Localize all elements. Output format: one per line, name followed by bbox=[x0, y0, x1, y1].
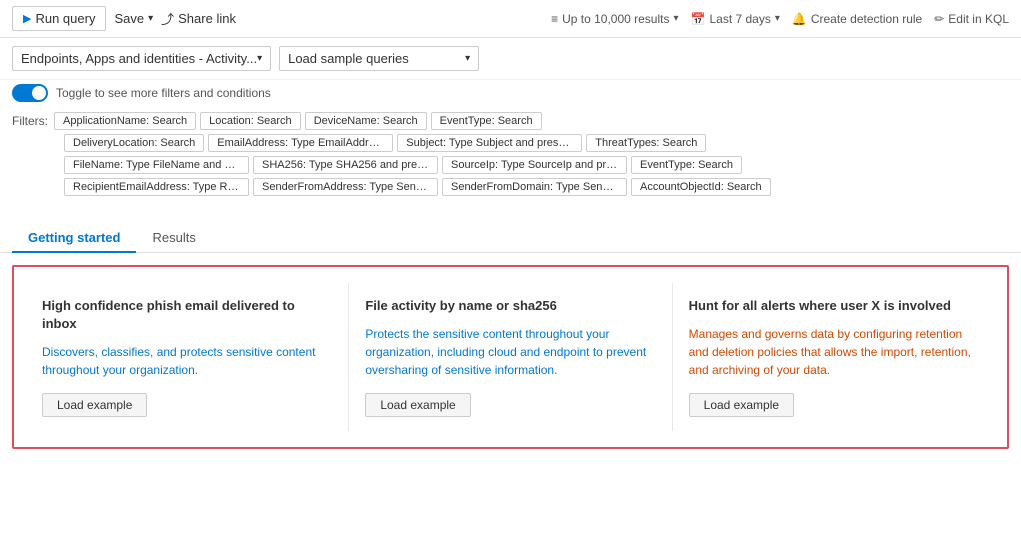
edit-kql-button[interactable]: ✏ Edit in KQL bbox=[934, 12, 1009, 26]
filters-row-4: RecipientEmailAddress: Type Rec... Sende… bbox=[12, 176, 1009, 198]
tab-results-label: Results bbox=[152, 230, 195, 245]
sample-queries-chevron-icon: ▾ bbox=[465, 53, 470, 64]
card-2-load-button[interactable]: Load example bbox=[365, 393, 470, 417]
cards-container: High confidence phish email delivered to… bbox=[12, 265, 1009, 449]
time-range-chevron-icon: ▾ bbox=[775, 13, 780, 24]
filter-tag-recipientemail[interactable]: RecipientEmailAddress: Type Rec... bbox=[64, 178, 249, 196]
filter-tag-threattype[interactable]: ThreatTypes: Search bbox=[586, 134, 706, 152]
create-rule-icon: 🔔 bbox=[792, 12, 807, 26]
filter-tag-deliverylocation[interactable]: DeliveryLocation: Search bbox=[64, 134, 204, 152]
tab-getting-started[interactable]: Getting started bbox=[12, 224, 136, 253]
card-2: File activity by name or sha256 Protects… bbox=[349, 283, 672, 431]
endpoint-dropdown[interactable]: Endpoints, Apps and identities - Activit… bbox=[12, 46, 271, 71]
filter-tag-eventtype-1[interactable]: EventType: Search bbox=[431, 112, 542, 130]
create-rule-label: Create detection rule bbox=[811, 12, 922, 26]
endpoint-dropdown-chevron-icon: ▾ bbox=[257, 53, 262, 64]
filters-label: Filters: bbox=[12, 114, 48, 128]
tab-getting-started-label: Getting started bbox=[28, 230, 120, 245]
filter-tag-applicationname[interactable]: ApplicationName: Search bbox=[54, 112, 196, 130]
results-limit-chevron-icon: ▾ bbox=[673, 13, 678, 24]
share-icon: ⤴ bbox=[161, 9, 174, 28]
card-1-load-button[interactable]: Load example bbox=[42, 393, 147, 417]
share-link-button[interactable]: ⤴ Share link bbox=[161, 9, 236, 28]
filters-row-3: FileName: Type FileName and pr... SHA256… bbox=[12, 154, 1009, 176]
save-chevron-icon: ▾ bbox=[148, 13, 153, 24]
filter-tag-filename[interactable]: FileName: Type FileName and pr... bbox=[64, 156, 249, 174]
filter-tag-devicename[interactable]: DeviceName: Search bbox=[305, 112, 427, 130]
calendar-icon: 📅 bbox=[691, 12, 706, 26]
time-range-button[interactable]: 📅 Last 7 days ▾ bbox=[691, 12, 780, 26]
filter-tag-senderfrom[interactable]: SenderFromAddress: Type Send... bbox=[253, 178, 438, 196]
card-3: Hunt for all alerts where user X is invo… bbox=[673, 283, 995, 431]
card-3-load-button[interactable]: Load example bbox=[689, 393, 794, 417]
toolbar-left: ▶ Run query Save ▾ ⤴ Share link bbox=[12, 6, 236, 31]
create-rule-button[interactable]: 🔔 Create detection rule bbox=[792, 12, 922, 26]
card-2-desc: Protects the sensitive content throughou… bbox=[365, 325, 655, 379]
run-query-button[interactable]: ▶ Run query bbox=[12, 6, 106, 31]
card-1: High confidence phish email delivered to… bbox=[26, 283, 349, 431]
save-button[interactable]: Save ▾ bbox=[114, 11, 153, 26]
time-range-label: Last 7 days bbox=[709, 12, 770, 26]
endpoint-dropdown-label: Endpoints, Apps and identities - Activit… bbox=[21, 51, 257, 66]
save-label: Save bbox=[114, 11, 144, 26]
filter-tag-sourceip[interactable]: SourceIp: Type SourceIp and pre... bbox=[442, 156, 627, 174]
sample-queries-dropdown[interactable]: Load sample queries ▾ bbox=[279, 46, 479, 71]
toolbar-right: ≡ Up to 10,000 results ▾ 📅 Last 7 days ▾… bbox=[551, 12, 1009, 26]
edit-kql-label: Edit in KQL bbox=[948, 12, 1009, 26]
filter-tag-accountobjectid[interactable]: AccountObjectId: Search bbox=[631, 178, 771, 196]
tabs-row: Getting started Results bbox=[0, 216, 1021, 253]
tab-results[interactable]: Results bbox=[136, 224, 211, 253]
card-2-title: File activity by name or sha256 bbox=[365, 297, 655, 315]
card-3-desc: Manages and governs data by configuring … bbox=[689, 325, 979, 379]
sample-queries-label: Load sample queries bbox=[288, 51, 409, 66]
filters-row-2: DeliveryLocation: Search EmailAddress: T… bbox=[12, 132, 1009, 154]
share-label: Share link bbox=[178, 11, 236, 26]
play-icon: ▶ bbox=[23, 12, 31, 25]
filter-tag-senderdomain[interactable]: SenderFromDomain: Type Sende... bbox=[442, 178, 627, 196]
filter-tag-location[interactable]: Location: Search bbox=[200, 112, 301, 130]
card-1-desc: Discovers, classifies, and protects sens… bbox=[42, 343, 332, 379]
card-3-title: Hunt for all alerts where user X is invo… bbox=[689, 297, 979, 315]
results-limit-icon: ≡ bbox=[551, 12, 558, 26]
toolbar: ▶ Run query Save ▾ ⤴ Share link ≡ Up to … bbox=[0, 0, 1021, 38]
results-limit-button[interactable]: ≡ Up to 10,000 results ▾ bbox=[551, 12, 678, 26]
query-bar: Endpoints, Apps and identities - Activit… bbox=[0, 38, 1021, 80]
filter-tag-sha256[interactable]: SHA256: Type SHA256 and pres... bbox=[253, 156, 438, 174]
toggle-switch[interactable] bbox=[12, 84, 48, 102]
results-limit-label: Up to 10,000 results bbox=[562, 12, 669, 26]
edit-kql-icon: ✏ bbox=[934, 12, 944, 26]
run-query-label: Run query bbox=[35, 11, 95, 26]
card-1-title: High confidence phish email delivered to… bbox=[42, 297, 332, 333]
filter-tag-subject[interactable]: Subject: Type Subject and press ... bbox=[397, 134, 582, 152]
toggle-label: Toggle to see more filters and condition… bbox=[56, 86, 271, 100]
filters-area: Filters: ApplicationName: Search Locatio… bbox=[0, 106, 1021, 206]
filters-row-1: Filters: ApplicationName: Search Locatio… bbox=[12, 110, 1009, 132]
filter-tag-emailaddress[interactable]: EmailAddress: Type EmailAddres... bbox=[208, 134, 393, 152]
toggle-row: Toggle to see more filters and condition… bbox=[0, 80, 1021, 106]
filter-tag-eventtype-2[interactable]: EventType: Search bbox=[631, 156, 742, 174]
